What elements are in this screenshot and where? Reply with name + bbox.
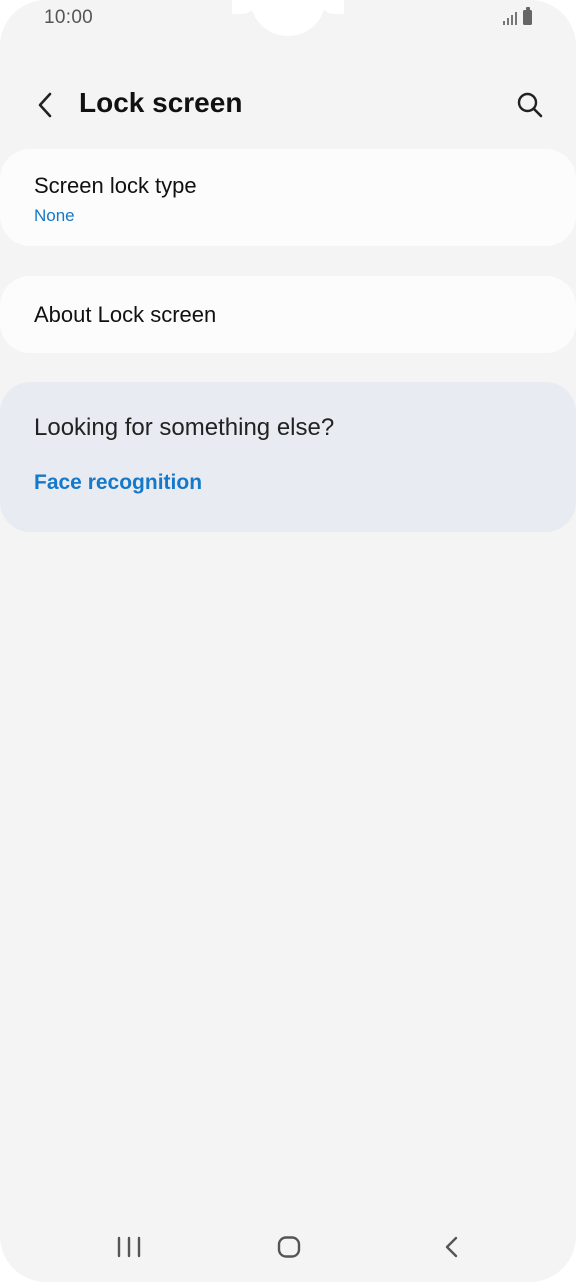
signal-icon	[503, 9, 517, 25]
face-recognition-link[interactable]: Face recognition	[34, 471, 202, 495]
back-chevron-icon	[38, 92, 52, 118]
recent-apps-icon[interactable]	[116, 1236, 142, 1258]
about-lock-screen-label: About Lock screen	[34, 302, 217, 327]
suggestions-panel: Looking for something else? Face recogni…	[0, 382, 576, 532]
back-button[interactable]	[30, 88, 60, 122]
screen-lock-type-label: Screen lock type	[34, 173, 197, 198]
navigation-bar	[0, 1212, 576, 1282]
suggestions-title: Looking for something else?	[34, 414, 335, 441]
battery-icon	[523, 7, 532, 25]
home-icon[interactable]	[277, 1236, 301, 1258]
screen-lock-type-value: None	[34, 206, 75, 225]
camera-notch	[250, 0, 326, 36]
phone-screen: 10:00 Lock screen Screen lock type None …	[0, 0, 576, 1282]
back-icon[interactable]	[440, 1235, 464, 1259]
screen-lock-type-item[interactable]: Screen lock type None	[0, 149, 576, 246]
about-lock-screen-item[interactable]: About Lock screen	[0, 276, 576, 353]
status-icons	[503, 7, 532, 25]
status-time: 10:00	[44, 7, 94, 28]
search-icon	[517, 92, 543, 118]
app-header: Lock screen	[0, 80, 576, 130]
search-button[interactable]	[514, 88, 546, 122]
page-title: Lock screen	[79, 87, 243, 118]
